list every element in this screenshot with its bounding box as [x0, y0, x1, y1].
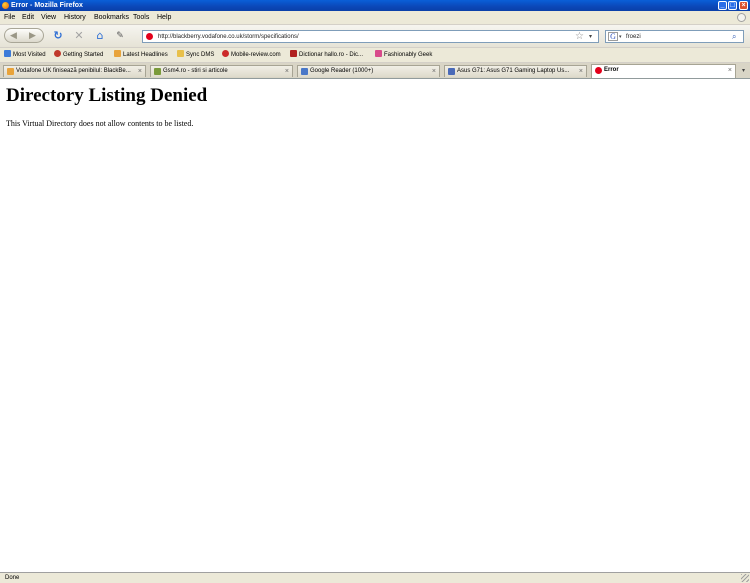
page-body-text: This Virtual Directory does not allow co… [6, 119, 194, 128]
vodafone-blog-icon [7, 68, 14, 75]
bookmark-sync-dms[interactable]: Sync DMS [177, 48, 214, 62]
search-engine-dropdown-icon[interactable]: ▾ [619, 31, 622, 43]
asus-icon [448, 68, 455, 75]
star-icon [4, 50, 11, 57]
menu-bar: File Edit View History Bookmarks Tools H… [0, 11, 750, 25]
search-input[interactable]: froezi [626, 31, 641, 43]
url-dropdown-icon[interactable]: ▾ [589, 31, 592, 43]
site-identity-icon[interactable] [146, 33, 153, 40]
tab-label: Error [604, 67, 619, 73]
menu-view[interactable]: View [41, 11, 56, 24]
tab-label: Vodafone UK finisează penibilul: BlackBe… [16, 68, 131, 74]
rss-icon [114, 50, 121, 57]
bookmark-fashionably-geek[interactable]: Fashionably Geek [375, 48, 432, 62]
search-bar[interactable]: G ▾ froezi ⌕ [605, 30, 744, 43]
gsm4-icon [154, 68, 161, 75]
tab-close-icon[interactable]: × [728, 65, 732, 76]
google-reader-icon [301, 68, 308, 75]
geek-icon [375, 50, 382, 57]
tab-bar: Vodafone UK finisează penibilul: BlackBe… [0, 63, 750, 79]
tab-label: Asus G71: Asus G71 Gaming Laptop Us... [457, 68, 570, 74]
navigation-toolbar: ◀ ▶ ↻ ✕ ⌂ ✎ http://blackberry.vodafone.c… [0, 25, 750, 48]
bookmark-label: Most Visited [13, 52, 46, 58]
page-heading: Directory Listing Denied [6, 85, 208, 106]
mr-icon [222, 50, 229, 57]
tab-label: Google Reader (1000+) [310, 68, 374, 74]
bookmark-getting-started[interactable]: Getting Started [54, 48, 103, 62]
tab-list-dropdown-icon[interactable]: ▾ [739, 66, 748, 76]
window-title-bar: Error - Mozilla Firefox _ □ × [0, 0, 750, 11]
edit-icon[interactable]: ✎ [113, 29, 127, 43]
firefox-icon [54, 50, 61, 57]
bookmark-label: Latest Headlines [123, 52, 168, 58]
resize-grip-icon[interactable] [741, 574, 749, 582]
url-bar[interactable]: http://blackberry.vodafone.co.uk/storm/s… [142, 30, 599, 43]
tab-asus-g71[interactable]: Asus G71: Asus G71 Gaming Laptop Us... × [444, 65, 587, 77]
firefox-icon [2, 2, 9, 9]
tab-close-icon[interactable]: × [432, 66, 436, 77]
bookmark-label: Mobile-review.com [231, 52, 281, 58]
bookmark-mobile-review[interactable]: Mobile-review.com [222, 48, 281, 62]
tab-google-reader[interactable]: Google Reader (1000+) × [297, 65, 440, 77]
back-forward-group: ◀ ▶ [4, 28, 44, 43]
menu-help[interactable]: Help [157, 11, 171, 24]
tab-gsm4[interactable]: Gsm4.ro - stiri si articole × [150, 65, 293, 77]
menu-file[interactable]: File [4, 11, 15, 24]
bookmark-label: Getting Started [63, 52, 104, 58]
maximize-button[interactable]: □ [728, 1, 737, 10]
minimize-button[interactable]: _ [718, 1, 727, 10]
url-text[interactable]: http://blackberry.vodafone.co.uk/storm/s… [158, 31, 299, 43]
menu-bookmarks[interactable]: Bookmarks [94, 11, 129, 24]
dictionary-icon [290, 50, 297, 57]
bookmark-star-icon[interactable]: ☆ [575, 30, 584, 43]
tab-label: Gsm4.ro - stiri si articole [163, 68, 228, 74]
close-button[interactable]: × [739, 1, 748, 10]
bookmark-label: Dictionar hallo.ro - Dic... [299, 52, 364, 58]
reload-icon[interactable]: ↻ [51, 29, 65, 43]
tab-close-icon[interactable]: × [579, 66, 583, 77]
tab-vodafone-blog[interactable]: Vodafone UK finisează penibilul: BlackBe… [3, 65, 146, 77]
bookmark-dictionar[interactable]: Dictionar hallo.ro - Dic... [290, 48, 363, 62]
status-text: Done [5, 575, 20, 581]
page-content: Directory Listing Denied This Virtual Di… [0, 79, 750, 572]
bookmark-label: Sync DMS [186, 52, 215, 58]
stop-icon[interactable]: ✕ [72, 29, 86, 43]
tab-close-icon[interactable]: × [285, 66, 289, 77]
bookmark-label: Fashionably Geek [384, 52, 433, 58]
tab-error[interactable]: Error × [591, 64, 736, 78]
tab-close-icon[interactable]: × [138, 66, 142, 77]
menu-tools[interactable]: Tools [133, 11, 149, 24]
bookmark-latest-headlines[interactable]: Latest Headlines [114, 48, 168, 62]
bookmark-most-visited[interactable]: Most Visited [4, 48, 46, 62]
folder-icon [177, 50, 184, 57]
forward-arrow-icon[interactable]: ▶ [29, 30, 36, 42]
window-title: Error - Mozilla Firefox [11, 2, 83, 9]
bookmarks-toolbar: Most Visited Getting Started Latest Head… [0, 48, 750, 63]
home-icon[interactable]: ⌂ [93, 29, 107, 43]
status-bar: Done [0, 572, 750, 583]
menu-history[interactable]: History [64, 11, 86, 24]
menu-edit[interactable]: Edit [22, 11, 34, 24]
google-search-engine-icon[interactable]: G [608, 32, 618, 41]
back-arrow-icon[interactable]: ◀ [10, 30, 17, 42]
vodafone-icon [595, 67, 602, 74]
activity-throbber-icon [737, 13, 746, 22]
search-icon[interactable]: ⌕ [732, 31, 736, 42]
